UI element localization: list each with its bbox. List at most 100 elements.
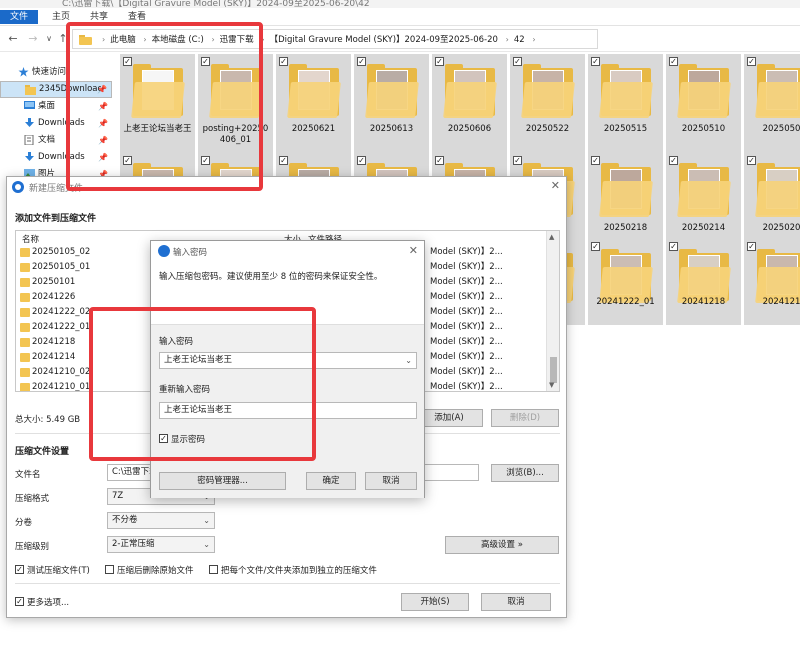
folder-icon — [599, 163, 653, 217]
folder-checkbox[interactable]: ✓ — [279, 57, 288, 66]
file-name: 20241222_02 — [32, 307, 91, 317]
file-path: Model (SKY)】2... — [430, 382, 503, 392]
folder-checkbox[interactable]: ✓ — [747, 242, 756, 251]
folder-checkbox[interactable]: ✓ — [669, 242, 678, 251]
add-button[interactable]: 添加(A) — [415, 409, 483, 427]
folder-checkbox[interactable]: ✓ — [357, 57, 366, 66]
section-add-files: 添加文件到压缩文件 — [15, 214, 97, 224]
forward-arrow-icon[interactable]: → — [26, 32, 40, 46]
folder-checkbox[interactable]: ✓ — [591, 156, 600, 165]
scrollbar-thumb[interactable] — [550, 357, 557, 383]
folder-icon — [20, 293, 30, 302]
close-icon[interactable]: ✕ — [409, 244, 418, 257]
folder-checkbox[interactable]: ✓ — [357, 156, 366, 165]
folder-tile[interactable]: ✓ 20241222_01 — [588, 239, 663, 325]
folder-tile[interactable]: ✓ 20250522 — [510, 54, 585, 154]
folder-checkbox[interactable]: ✓ — [513, 156, 522, 165]
folder-tile[interactable]: ✓ 20250613 — [354, 54, 429, 154]
level-value: 2-正常压缩 — [112, 539, 155, 549]
title-bar: C:\迅雷下载\【Digital Gravure Model (SKY)】202… — [0, 0, 800, 8]
app-logo-icon — [158, 245, 170, 257]
folder-icon — [25, 85, 36, 95]
folder-icon — [755, 64, 800, 118]
folder-icon — [20, 368, 30, 377]
separate-archives-checkbox[interactable] — [209, 565, 218, 574]
separate-archives-label: 把每个文件/文件夹添加到独立的压缩文件 — [221, 566, 377, 576]
tab-file[interactable]: 文件 — [0, 10, 39, 24]
format-value: 7Z — [112, 491, 124, 501]
folder-checkbox[interactable]: ✓ — [747, 57, 756, 66]
folder-tile[interactable]: ✓ 20250218 — [588, 153, 663, 253]
document-icon — [24, 135, 34, 145]
breadcrumb-collection[interactable]: 【Digital Gravure Model (SKY)】2024-09至202… — [270, 33, 498, 47]
split-label: 分卷 — [15, 518, 33, 528]
file-path: Model (SKY)】2... — [430, 307, 503, 317]
folder-name: 2025050 — [762, 124, 800, 134]
folder-icon — [677, 163, 731, 217]
file-list-scrollbar[interactable]: ▲ ▼ — [546, 231, 559, 391]
folder-icon — [599, 249, 653, 303]
folder-name: 20250621 — [291, 124, 336, 134]
folder-checkbox[interactable]: ✓ — [435, 156, 444, 165]
download-icon — [25, 152, 34, 161]
folder-checkbox[interactable]: ✓ — [669, 57, 678, 66]
folder-tile[interactable]: ✓ 20250606 — [432, 54, 507, 154]
chevron-down-icon: ⌄ — [203, 516, 210, 525]
folder-tile[interactable]: ✓ 2025020 — [744, 153, 800, 253]
folder-icon — [20, 263, 30, 272]
folder-icon — [599, 64, 653, 118]
folder-icon — [443, 64, 497, 118]
file-path: Model (SKY)】2... — [430, 352, 503, 362]
folder-tile[interactable]: ✓ 20250621 — [276, 54, 351, 154]
download-icon — [25, 118, 34, 127]
folder-checkbox[interactable]: ✓ — [747, 156, 756, 165]
more-options-checkbox[interactable]: ✓ — [15, 597, 24, 606]
folder-checkbox[interactable]: ✓ — [669, 156, 678, 165]
more-options-label[interactable]: 更多选项... — [27, 596, 69, 608]
folder-tile[interactable]: ✓ 20241218 — [666, 239, 741, 325]
folder-name: 20250214 — [681, 223, 726, 233]
file-name: 20250105_01 — [32, 262, 91, 272]
test-archive-checkbox[interactable]: ✓ — [15, 565, 24, 574]
recent-locations-icon[interactable]: ∨ — [42, 32, 56, 46]
delete-button[interactable]: 删除(D) — [491, 409, 559, 427]
folder-checkbox[interactable]: ✓ — [591, 242, 600, 251]
star-icon — [18, 67, 29, 77]
folder-tile[interactable]: ✓ 20250510 — [666, 54, 741, 154]
file-path: Model (SKY)】2... — [430, 337, 503, 347]
folder-tile[interactable]: ✓ 20250515 — [588, 54, 663, 154]
folder-tile[interactable]: ✓ 2024121 — [744, 239, 800, 325]
delete-after-checkbox[interactable] — [105, 565, 114, 574]
folder-checkbox[interactable]: ✓ — [513, 57, 522, 66]
cancel-button[interactable]: 取消 — [481, 593, 551, 611]
app-logo-icon — [12, 181, 24, 193]
folder-name: 20250515 — [603, 124, 648, 134]
start-button[interactable]: 开始(S) — [401, 593, 469, 611]
password-cancel-button[interactable]: 取消 — [365, 472, 417, 490]
folder-tile[interactable]: ✓ 2025050 — [744, 54, 800, 154]
chevron-down-icon[interactable]: ⌄ — [405, 353, 412, 368]
split-select[interactable]: 不分卷 ⌄ — [107, 512, 215, 529]
scroll-down-icon[interactable]: ▼ — [549, 381, 554, 389]
folder-name: 20250613 — [369, 124, 414, 134]
file-name: 20250101 — [32, 277, 76, 287]
breadcrumb-current[interactable]: 42 — [514, 33, 525, 47]
file-name: 20241210_01 — [32, 382, 91, 392]
password-manager-button[interactable]: 密码管理器... — [159, 472, 286, 490]
folder-icon — [20, 353, 30, 362]
folder-checkbox[interactable]: ✓ — [435, 57, 444, 66]
browse-button[interactable]: 浏览(B)... — [491, 464, 559, 482]
back-arrow-icon[interactable]: ← — [6, 32, 20, 46]
folder-icon — [287, 64, 341, 118]
file-name: 20241214 — [32, 352, 76, 362]
column-name[interactable]: 名称 — [22, 233, 39, 245]
folder-name: 2025020 — [762, 223, 800, 233]
close-icon[interactable]: ✕ — [551, 179, 560, 192]
ok-button[interactable]: 确定 — [306, 472, 356, 490]
folder-checkbox[interactable]: ✓ — [279, 156, 288, 165]
folder-tile[interactable]: ✓ 20250214 — [666, 153, 741, 253]
level-select[interactable]: 2-正常压缩 ⌄ — [107, 536, 215, 553]
scroll-up-icon[interactable]: ▲ — [549, 233, 554, 241]
advanced-settings-button[interactable]: 高级设置 » — [445, 536, 559, 554]
folder-checkbox[interactable]: ✓ — [591, 57, 600, 66]
